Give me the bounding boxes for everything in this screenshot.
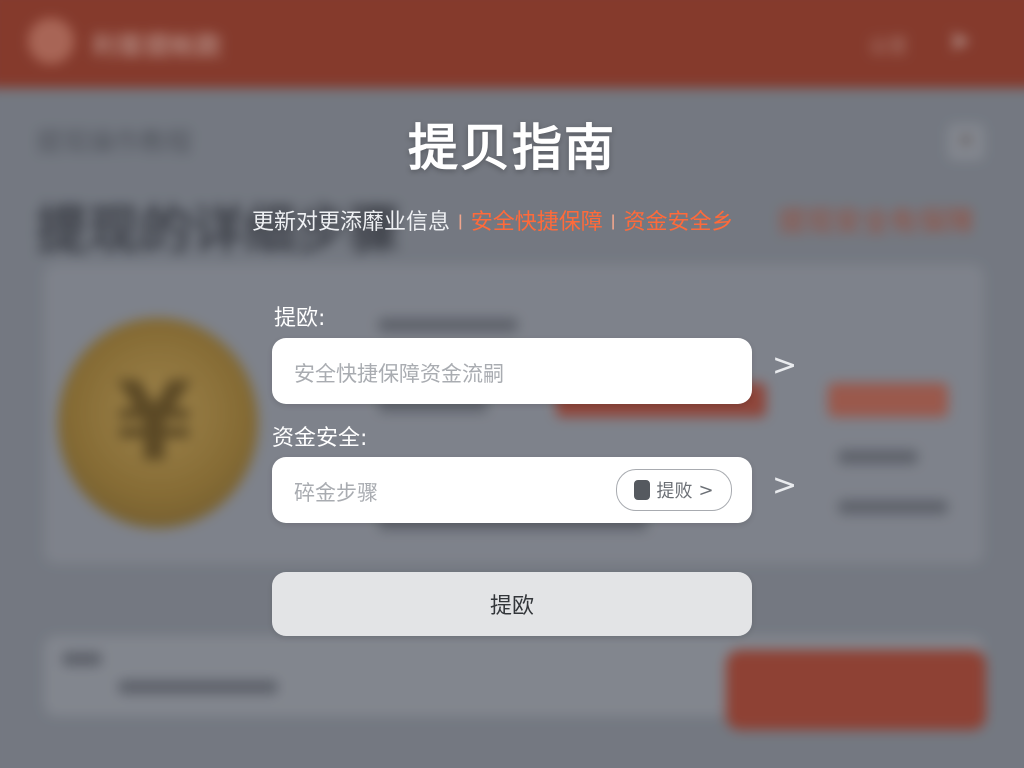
chevron-right-icon[interactable]: > [772, 348, 797, 383]
guide-subtitle: 更新对更添靡业信息 ǀ 安全快捷保障 ǀ 资金安全乡 [252, 204, 733, 236]
field2-placeholder: 碎金步骤 [294, 481, 378, 505]
withdraw-submit-button[interactable]: 提欧 [272, 572, 752, 636]
subtitle-part1: 更新对更添靡业信息 [252, 210, 451, 235]
chevron-right-icon: > [698, 479, 714, 501]
field2-label: 资金安全: [272, 426, 368, 451]
guide-title: 提贝指南 [408, 119, 616, 177]
field1-placeholder: 安全快捷保障资金流嗣 [294, 362, 504, 386]
subtitle-separator: ǀ [610, 211, 616, 230]
wallet-icon [634, 480, 651, 500]
field1-input[interactable]: 安全快捷保障资金流嗣 [272, 338, 752, 404]
subtitle-part2: 安全快捷保障 [470, 210, 603, 235]
chip-label: 提败 [656, 481, 693, 502]
field1-label: 提欧: [274, 306, 326, 331]
subtitle-separator: ǀ [458, 211, 463, 230]
subtitle-part3: 资金安全乡 [623, 210, 734, 235]
chevron-right-icon[interactable]: > [772, 468, 797, 503]
withdraw-chip-button[interactable]: 提败 > [616, 469, 732, 511]
field2-input[interactable]: 碎金步骤 提败 > [272, 457, 752, 523]
